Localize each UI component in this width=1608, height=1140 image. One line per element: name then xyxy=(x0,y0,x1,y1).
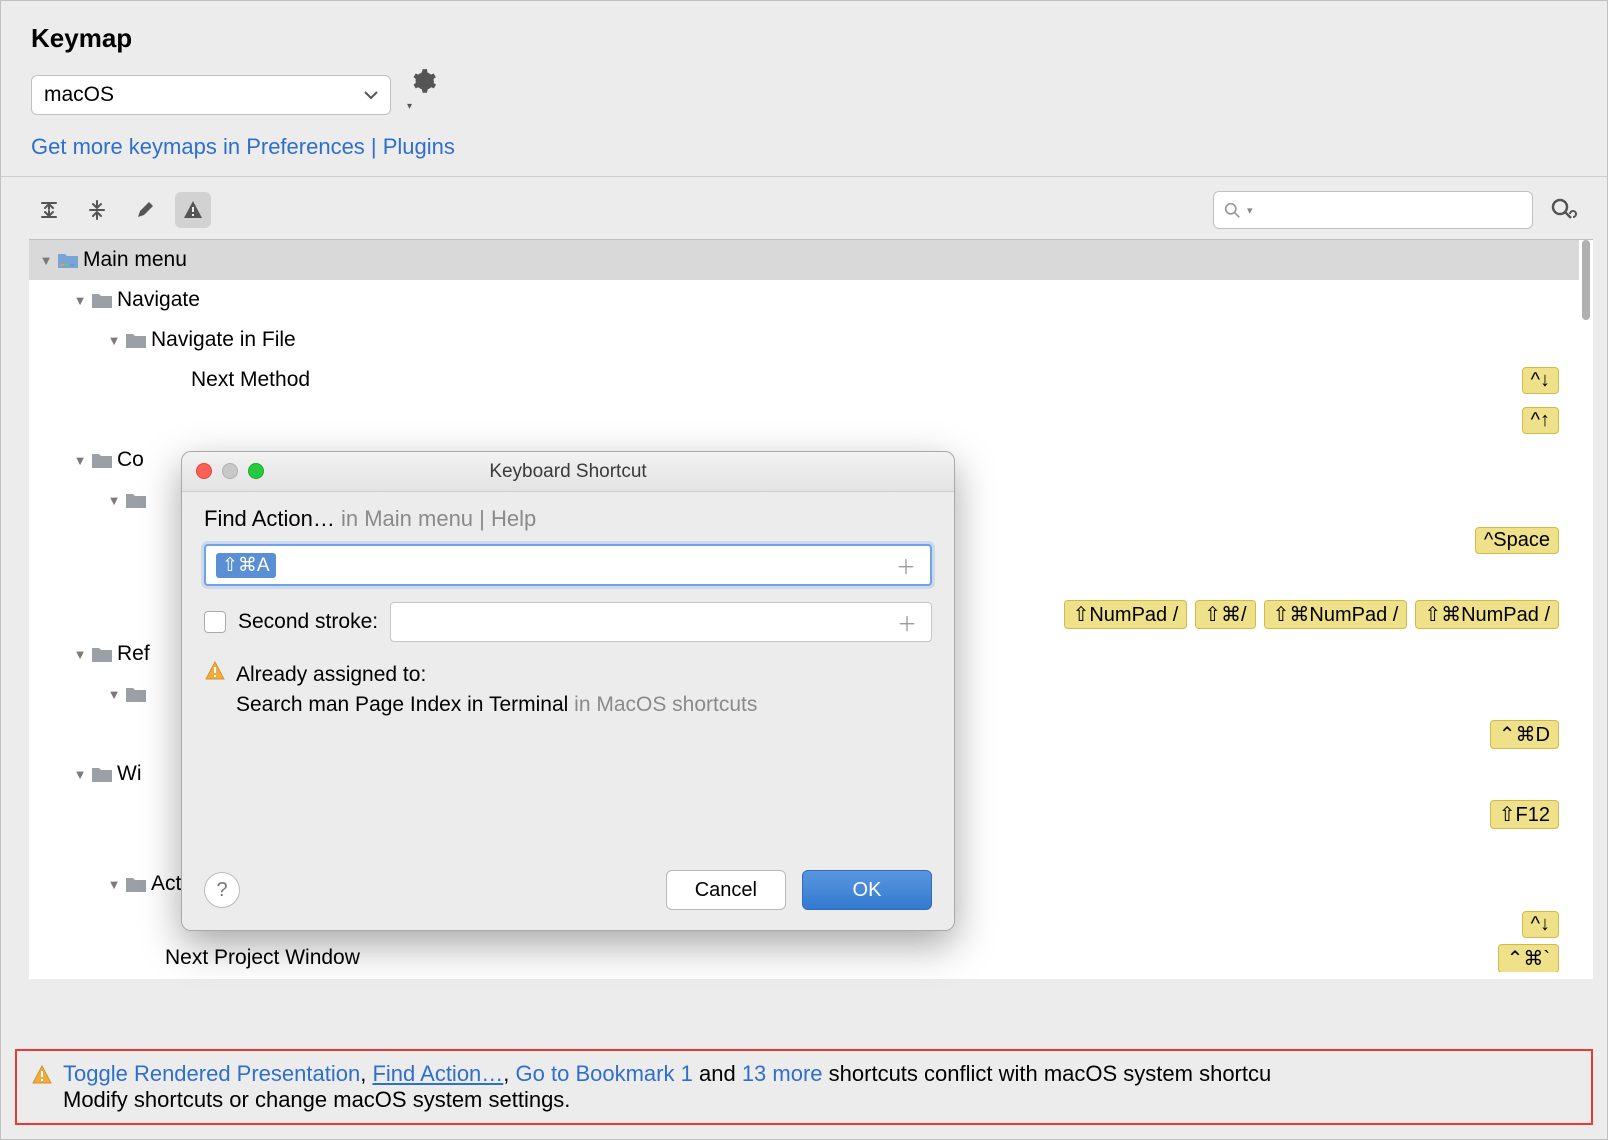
close-icon[interactable] xyxy=(196,463,212,479)
zoom-icon[interactable] xyxy=(248,463,264,479)
tree-scrollbar[interactable] xyxy=(1579,240,1593,979)
conflict-link[interactable]: Go to Bookmark 1 xyxy=(516,1061,693,1086)
second-stroke-label: Second stroke: xyxy=(238,610,378,634)
shortcut-badge: ⇧F12 xyxy=(1490,800,1559,829)
keymap-preferences-panel: Keymap macOS ▾ Get more keymaps in Prefe… xyxy=(0,0,1608,1140)
disclosure-triangle-icon[interactable]: ▼ xyxy=(103,333,125,348)
disclosure-triangle-icon[interactable]: ▼ xyxy=(35,253,57,268)
search-input[interactable]: ▾ xyxy=(1213,191,1533,229)
conflicts-summary-bar: Toggle Rendered Presentation, Find Actio… xyxy=(15,1049,1593,1125)
warning-icon xyxy=(204,660,226,682)
disclosure-triangle-icon[interactable]: ▼ xyxy=(69,767,91,782)
gear-icon[interactable]: ▾ xyxy=(411,68,437,122)
folder-icon xyxy=(91,645,117,663)
keymap-dropdown[interactable]: macOS xyxy=(31,75,391,115)
keyboard-shortcut-dialog: Keyboard Shortcut Find Action… in Main m… xyxy=(181,451,955,931)
tree-label: Navigate in File xyxy=(151,328,1579,352)
dialog-action-name: Find Action… in Main menu | Help xyxy=(204,506,932,532)
tree-label: Next Method xyxy=(191,368,1522,392)
find-by-shortcut-icon[interactable] xyxy=(1549,196,1577,224)
add-shortcut-icon[interactable]: ＋ xyxy=(897,608,921,637)
add-shortcut-icon[interactable]: ＋ xyxy=(896,551,920,580)
shortcut-value: ⇧⌘A xyxy=(216,553,276,578)
disclosure-triangle-icon[interactable]: ▼ xyxy=(103,493,125,508)
conflict-link[interactable]: Find Action… xyxy=(372,1061,503,1086)
dialog-titlebar[interactable]: Keyboard Shortcut xyxy=(182,452,954,492)
cancel-button[interactable]: Cancel xyxy=(666,870,786,910)
folder-icon xyxy=(125,491,151,509)
conflict-warning: Already assigned to: Search man Page Ind… xyxy=(204,660,932,721)
edit-icon[interactable] xyxy=(127,192,163,228)
tree-label: Navigate xyxy=(117,288,1579,312)
help-button[interactable]: ? xyxy=(204,872,240,908)
conflict-title: Already assigned to: xyxy=(236,660,757,690)
minimize-icon xyxy=(222,463,238,479)
tree-label: Main menu xyxy=(83,248,1579,272)
ok-button[interactable]: OK xyxy=(802,870,932,910)
conflict-more-link[interactable]: 13 more xyxy=(742,1061,823,1086)
tree-toolbar: ▾ xyxy=(1,177,1607,239)
shortcut-badge: ⇧NumPad / xyxy=(1064,600,1188,629)
folder-icon xyxy=(91,451,117,469)
shortcut-badge: ^↑ xyxy=(1522,407,1559,434)
search-field[interactable] xyxy=(1259,199,1522,222)
dialog-title: Keyboard Shortcut xyxy=(489,461,646,483)
tree-item-main-menu[interactable]: ▼ Main menu xyxy=(29,240,1579,280)
chevron-down-icon xyxy=(364,90,378,100)
keymap-dropdown-value: macOS xyxy=(44,83,114,107)
conflicts-icon[interactable] xyxy=(175,192,211,228)
shortcut-badge: ^↓ xyxy=(1522,911,1559,938)
second-stroke-input[interactable]: ＋ xyxy=(390,602,932,642)
disclosure-triangle-icon[interactable]: ▼ xyxy=(103,877,125,892)
disclosure-triangle-icon[interactable]: ▼ xyxy=(69,293,91,308)
shortcut-badge: ⌃⌘` xyxy=(1498,944,1559,972)
shortcut-badge: ^Space xyxy=(1475,527,1559,554)
expand-all-icon[interactable] xyxy=(31,192,67,228)
shortcut-badge: ⇧⌘NumPad / xyxy=(1415,600,1559,629)
scrollbar-thumb[interactable] xyxy=(1582,240,1590,320)
conflicts-text: Toggle Rendered Presentation, Find Actio… xyxy=(63,1061,1271,1113)
page-title: Keymap xyxy=(1,1,1607,68)
conflict-action: Search man Page Index in Terminal xyxy=(236,693,568,716)
warning-icon xyxy=(31,1064,53,1086)
folder-icon xyxy=(125,685,151,703)
second-stroke-checkbox[interactable] xyxy=(204,611,226,633)
shortcut-badge: ⇧⌘/ xyxy=(1195,600,1255,629)
menu-folder-icon xyxy=(57,251,83,269)
more-keymaps-link[interactable]: Get more keymaps in Preferences | Plugin… xyxy=(1,122,1607,177)
shortcut-badge: ^↓ xyxy=(1522,367,1559,394)
disclosure-triangle-icon[interactable]: ▼ xyxy=(69,453,91,468)
tree-item-navigate[interactable]: ▼ Navigate xyxy=(29,280,1579,320)
folder-icon xyxy=(125,331,151,349)
collapse-all-icon[interactable] xyxy=(79,192,115,228)
shortcut-badge: ⌃⌘D xyxy=(1490,720,1559,749)
first-stroke-input[interactable]: ⇧⌘A ＋ xyxy=(204,544,932,586)
keymap-selector-row: macOS ▾ xyxy=(1,68,1607,122)
tree-item-next-method[interactable]: Next Method ^↓ xyxy=(29,360,1579,400)
tree-item-prev-method[interactable]: ^↑ xyxy=(29,400,1579,440)
tree-label: Next Project Window xyxy=(165,946,1498,970)
shortcut-badge: ⇧⌘NumPad / xyxy=(1264,600,1408,629)
folder-icon xyxy=(91,291,117,309)
tree-item-navigate-in-file[interactable]: ▼ Navigate in File xyxy=(29,320,1579,360)
disclosure-triangle-icon[interactable]: ▼ xyxy=(69,647,91,662)
disclosure-triangle-icon[interactable]: ▼ xyxy=(103,687,125,702)
conflict-link[interactable]: Toggle Rendered Presentation xyxy=(63,1061,360,1086)
tree-item-next-project[interactable]: Next Project Window ⌃⌘` xyxy=(29,944,1579,972)
conflict-location: in MacOS shortcuts xyxy=(574,693,757,716)
folder-icon xyxy=(91,765,117,783)
search-icon xyxy=(1224,202,1241,219)
folder-icon xyxy=(125,875,151,893)
